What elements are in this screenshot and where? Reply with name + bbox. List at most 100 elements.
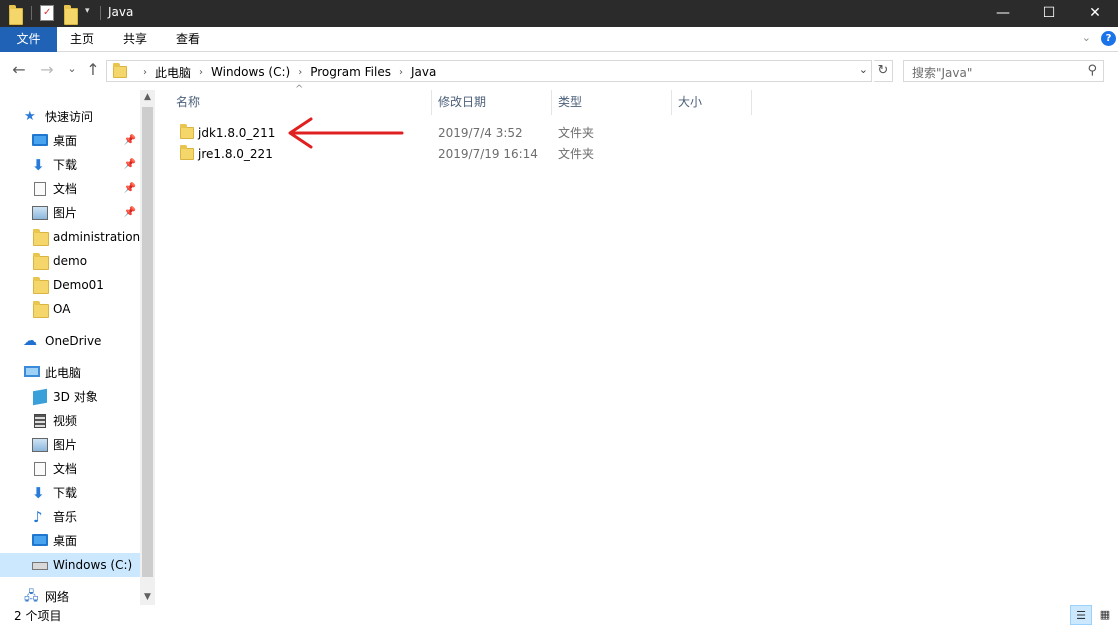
nav-desktop-pc[interactable]: 桌面 (0, 529, 140, 553)
onedrive-icon: ☁ (23, 333, 37, 349)
properties-icon[interactable]: ✓ (40, 5, 54, 21)
pin-icon[interactable]: 📌 (124, 153, 136, 177)
3d-objects-icon (33, 388, 47, 406)
this-pc-icon (24, 366, 40, 377)
window-title: Java (108, 5, 134, 19)
navigation-bar: ← → ⌄ ↑ › 此电脑 › Windows (C:) › Program F… (0, 52, 1118, 90)
nav-desktop[interactable]: 桌面 📌 (0, 129, 140, 153)
column-header-size[interactable]: 大小 (672, 90, 752, 115)
tab-share[interactable]: 共享 (110, 27, 160, 52)
close-button[interactable]: ✕ (1072, 0, 1118, 27)
breadcrumb-program-files[interactable]: Program Files (310, 65, 391, 79)
nav-network[interactable]: 🖧 网络 (0, 585, 140, 605)
folder-icon (113, 63, 127, 78)
nav-music[interactable]: ♪ 音乐 (0, 505, 140, 529)
toolbar-separator (100, 6, 101, 20)
nav-windows-c[interactable]: Windows (C:) (0, 553, 140, 577)
item-count: 2 个项目 (14, 609, 62, 623)
sort-ascending-icon: ^ (295, 84, 304, 95)
search-icon[interactable]: ⚲ (1087, 63, 1097, 78)
nav-3d-objects[interactable]: 3D 对象 (0, 385, 140, 409)
recent-locations-button[interactable]: ⌄ (62, 62, 82, 75)
nav-pane-scrollbar[interactable]: ▲ ▼ (140, 90, 155, 605)
file-name: jdk1.8.0_211 (198, 126, 276, 140)
nav-folder-demo01[interactable]: Demo01 (0, 273, 140, 297)
nav-folder-oa[interactable]: OA (0, 297, 140, 321)
download-icon: ⬇ (32, 156, 45, 174)
minimize-button[interactable]: — (980, 0, 1026, 27)
nav-onedrive[interactable]: ☁ OneDrive (0, 329, 140, 353)
breadcrumb-java[interactable]: Java (411, 65, 436, 79)
pin-icon[interactable]: 📌 (124, 129, 136, 153)
scrollbar-thumb[interactable] (142, 107, 153, 577)
nav-folder-administration[interactable]: administration (0, 225, 140, 249)
details-view-icon[interactable]: ☰ (1070, 605, 1092, 625)
music-icon: ♪ (33, 508, 43, 526)
refresh-button[interactable]: ↻ (874, 60, 893, 82)
scroll-up-icon[interactable]: ▲ (140, 90, 155, 105)
nav-label: 桌面 (53, 534, 78, 548)
address-bar[interactable]: › 此电脑 › Windows (C:) › Program Files › J… (106, 60, 872, 82)
file-type: 文件夹 (558, 147, 595, 161)
nav-label: 文档 (53, 462, 78, 476)
tab-view[interactable]: 查看 (163, 27, 213, 52)
nav-pictures-pc[interactable]: 图片 (0, 433, 140, 457)
breadcrumb-separator[interactable]: › (399, 67, 403, 78)
breadcrumb-windows-c[interactable]: Windows (C:) (211, 65, 290, 79)
folder-icon[interactable] (9, 5, 23, 25)
status-bar: 2 个项目 ☰ ▦ (0, 605, 1118, 627)
help-icon[interactable]: ? (1101, 31, 1116, 46)
nav-label: 下载 (53, 486, 78, 500)
up-button[interactable]: ↑ (83, 60, 103, 79)
breadcrumb-separator[interactable]: › (199, 67, 203, 78)
tab-home[interactable]: 主页 (57, 27, 107, 52)
back-button[interactable]: ← (9, 60, 29, 79)
nav-videos[interactable]: 视频 (0, 409, 140, 433)
nav-label: Demo01 (53, 278, 104, 292)
nav-documents-pc[interactable]: 文档 (0, 457, 140, 481)
expand-ribbon-icon[interactable]: ⌄ (1082, 31, 1091, 44)
nav-label: 音乐 (53, 510, 78, 524)
search-input[interactable]: 搜索"Java" ⚲ (903, 60, 1104, 82)
column-header-modified[interactable]: 修改日期 (432, 90, 552, 115)
large-icons-view-icon[interactable]: ▦ (1094, 605, 1116, 625)
nav-documents[interactable]: 文档 📌 (0, 177, 140, 201)
nav-label: 网络 (45, 590, 70, 604)
ribbon-tabs: 文件 主页 共享 查看 ⌄ ? (0, 27, 1118, 52)
table-row[interactable]: jre1.8.0_221 2019/7/19 16:14 文件夹 (174, 144, 694, 165)
maximize-button[interactable]: ☐ (1026, 0, 1072, 27)
toolbar-separator (31, 6, 32, 20)
nav-label: 下载 (53, 158, 78, 172)
customize-dropdown-icon[interactable]: ▾ (85, 6, 90, 23)
address-dropdown-icon[interactable]: ⌄ (859, 63, 868, 76)
nav-quick-access[interactable]: ★ 快速访问 (0, 105, 140, 129)
nav-pictures[interactable]: 图片 📌 (0, 201, 140, 225)
nav-downloads[interactable]: ⬇ 下载 📌 (0, 153, 140, 177)
nav-label: 3D 对象 (53, 390, 98, 404)
breadcrumb-this-pc[interactable]: 此电脑 (155, 64, 191, 81)
forward-button[interactable]: → (37, 60, 57, 79)
folder-icon (33, 253, 49, 270)
file-modified: 2019/7/4 3:52 (438, 126, 523, 140)
drive-icon (32, 562, 48, 570)
pictures-icon (32, 438, 48, 452)
nav-label: 视频 (53, 414, 78, 428)
column-header-type[interactable]: 类型 (552, 90, 672, 115)
breadcrumb-separator[interactable]: › (298, 67, 302, 78)
nav-folder-demo[interactable]: demo (0, 249, 140, 273)
desktop-icon (32, 134, 48, 146)
new-folder-icon[interactable] (64, 5, 78, 25)
file-modified: 2019/7/19 16:14 (438, 147, 538, 161)
scroll-down-icon[interactable]: ▼ (140, 590, 155, 605)
search-placeholder: 搜索"Java" (912, 66, 973, 80)
navigation-pane: ★ 快速访问 桌面 📌 ⬇ 下载 📌 文档 📌 图片 📌 administrat… (0, 90, 140, 605)
nav-downloads-pc[interactable]: ⬇ 下载 (0, 481, 140, 505)
table-row[interactable]: jdk1.8.0_211 2019/7/4 3:52 文件夹 (174, 123, 694, 144)
nav-label: demo (53, 254, 88, 268)
pin-icon[interactable]: 📌 (124, 201, 136, 225)
breadcrumb-separator[interactable]: › (143, 67, 147, 78)
pin-icon[interactable]: 📌 (124, 177, 136, 201)
nav-this-pc[interactable]: 此电脑 (0, 361, 140, 385)
video-icon (34, 414, 46, 428)
tab-file[interactable]: 文件 (0, 27, 57, 52)
